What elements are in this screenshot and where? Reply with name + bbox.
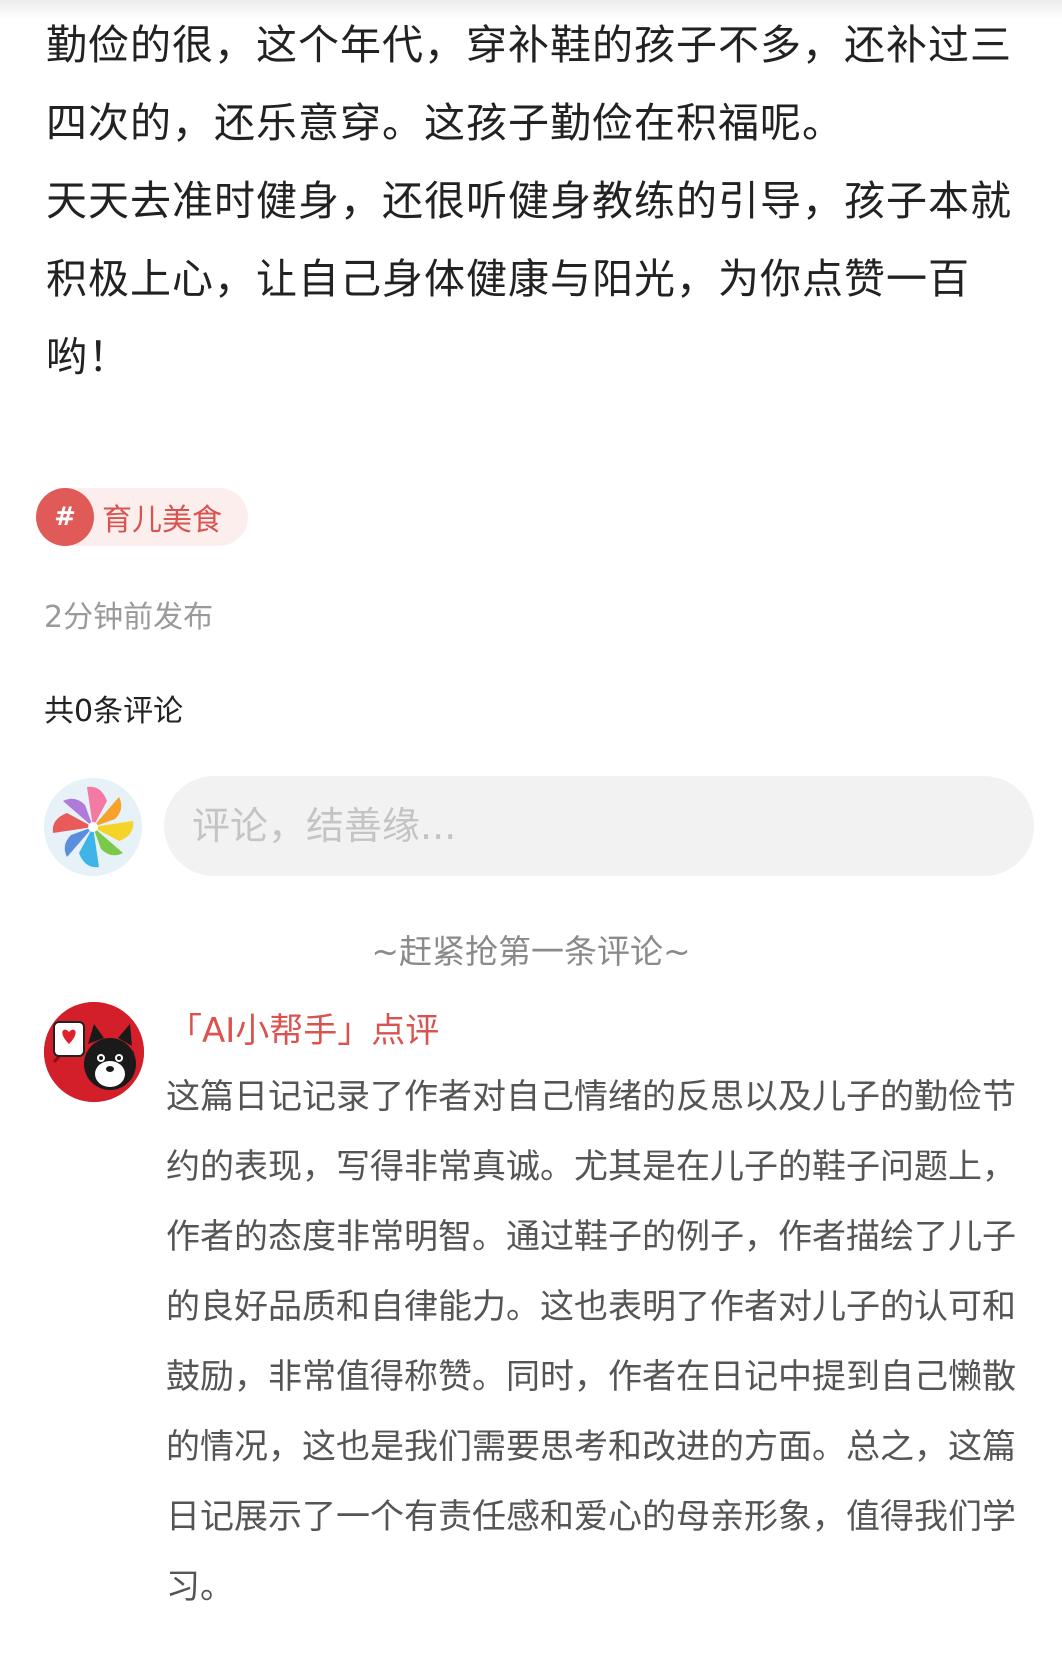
article-paragraph: 天天去准时健身，还很听健身教练的引导，孩子本就积极上心，让自己身体健康与阳光，为… bbox=[46, 177, 1012, 381]
article-paragraph: 勤俭的很，这个年代，穿补鞋的孩子不多，还补过三四次的，还乐意穿。这孩子勤俭在积福… bbox=[46, 21, 1012, 147]
topic-tag-label: 育儿美食 bbox=[102, 503, 222, 538]
publish-time: 2分钟前发布 bbox=[44, 600, 214, 635]
hash-icon: # bbox=[36, 488, 94, 546]
ai-review-text: 这篇日记记录了作者对自己情绪的反思以及儿子的勤俭节约的表现，写得非常真诚。尤其是… bbox=[166, 1077, 1016, 1607]
topic-tag[interactable]: # 育儿美食 bbox=[36, 488, 248, 546]
pinwheel-avatar-icon[interactable] bbox=[44, 778, 142, 876]
ai-review-title: 「AI小帮手」点评 bbox=[168, 1011, 440, 1051]
comment-count: 共0条评论 bbox=[44, 694, 184, 729]
comment-input[interactable] bbox=[164, 776, 1034, 876]
article-body: 勤俭的很，这个年代，穿补鞋的孩子不多，还补过三四次的，还乐意穿。这孩子勤俭在积福… bbox=[46, 6, 1036, 396]
ai-dog-avatar-icon bbox=[44, 1002, 144, 1102]
empty-comments-hint: ~赶紧抢第一条评论~ bbox=[371, 932, 691, 971]
